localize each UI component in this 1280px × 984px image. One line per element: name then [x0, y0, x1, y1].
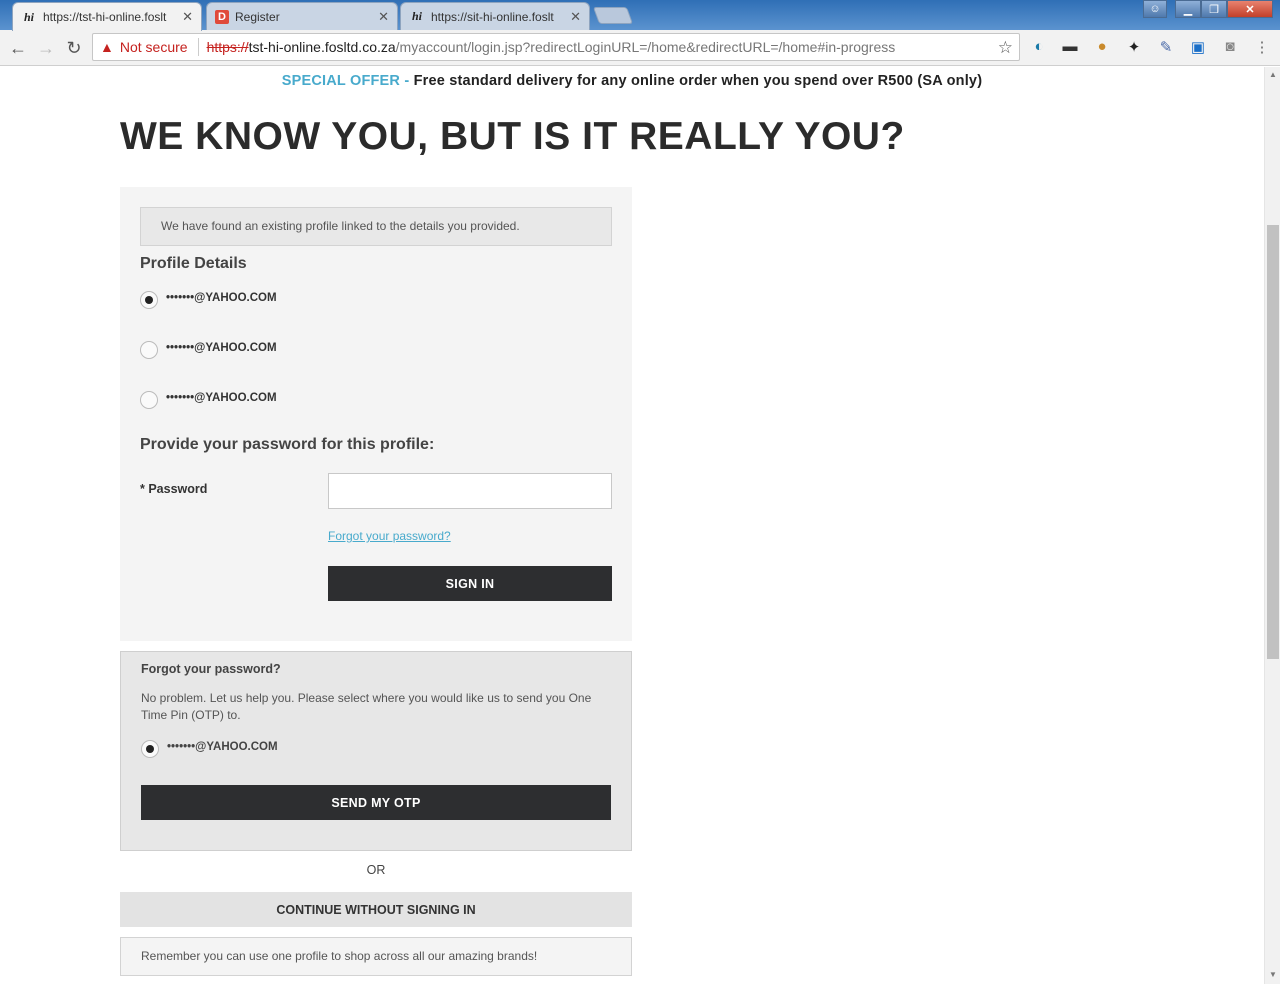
password-input[interactable]	[328, 473, 612, 509]
bookmark-star-icon[interactable]: ☆	[998, 38, 1013, 58]
menu-icon[interactable]: ⋮	[1252, 38, 1272, 56]
profile-option-2[interactable]: •••••••@YAHOO.COM	[140, 341, 277, 359]
remember-notice: Remember you can use one profile to shop…	[120, 937, 632, 976]
d-favicon-icon: D	[215, 9, 229, 24]
profile-option-label: •••••••@YAHOO.COM	[166, 292, 277, 304]
password-section-title: Provide your password for this profile:	[140, 436, 435, 453]
window-close-icon[interactable]: ✕	[1227, 0, 1273, 18]
radio-selected-dot	[145, 296, 153, 304]
radio-selected-dot	[146, 745, 154, 753]
page-title: WE KNOW YOU, BUT IS IT REALLY YOU?	[120, 115, 905, 158]
forgot-password-text: No problem. Let us help you. Please sele…	[141, 691, 592, 722]
forgot-password-link[interactable]: Forgot your password?	[328, 529, 451, 543]
profile-option-label: •••••••@YAHOO.COM	[166, 342, 277, 354]
forgot-password-title: Forgot your password?	[141, 662, 281, 676]
page-scrollbar[interactable]: ▲ ▼	[1264, 67, 1280, 984]
warning-icon: ▲	[100, 39, 114, 55]
camera-icon[interactable]: ◙	[1220, 38, 1240, 55]
promo-separator: -	[404, 73, 410, 89]
send-otp-button[interactable]: SEND MY OTP	[141, 785, 611, 820]
tab-title: https://sit-hi-online.foslt	[431, 9, 554, 24]
sign-in-button[interactable]: SIGN IN	[328, 566, 612, 601]
tab-register[interactable]: D Register ✕	[206, 2, 398, 30]
scroll-down-arrow-icon[interactable]: ▼	[1269, 970, 1277, 979]
or-divider: OR	[366, 863, 386, 877]
browser-toolbar: ← → ↻ ▲ Not secure https://tst-hi-online…	[0, 30, 1280, 66]
extension-figure-icon[interactable]: ✦	[1124, 38, 1144, 56]
profile-found-notice: We have found an existing profile linked…	[140, 207, 612, 246]
tab-title: https://tst-hi-online.foslt	[43, 10, 167, 24]
security-status[interactable]: Not secure	[120, 39, 188, 55]
profile-details-title: Profile Details	[140, 255, 247, 272]
radio-button[interactable]	[140, 391, 158, 409]
extension-c-icon[interactable]: ◐	[1029, 38, 1049, 55]
page-content: SPECIAL OFFER - Free standard delivery f…	[0, 67, 1264, 984]
radio-button[interactable]	[140, 291, 158, 309]
tab-sit[interactable]: hi https://sit-hi-online.foslt ✕	[400, 2, 590, 30]
password-label: * Password	[140, 482, 208, 496]
profile-option-1[interactable]: •••••••@YAHOO.COM	[140, 291, 277, 309]
promo-offer-label: SPECIAL OFFER	[281, 73, 401, 89]
promo-banner: SPECIAL OFFER - Free standard delivery f…	[0, 73, 1264, 89]
tab-active[interactable]: hi https://tst-hi-online.foslt ✕	[12, 2, 202, 31]
browser-tab-strip: hi https://tst-hi-online.foslt ✕ D Regis…	[0, 0, 1280, 31]
url-host: tst-hi-online.fosltd.co.za	[248, 39, 396, 55]
radio-button[interactable]	[141, 740, 159, 758]
otp-option[interactable]: •••••••@YAHOO.COM	[141, 740, 278, 758]
radio-button[interactable]	[140, 341, 158, 359]
hi-favicon-icon: hi	[23, 9, 34, 24]
close-tab-icon[interactable]: ✕	[182, 9, 193, 25]
url-path: /myaccount/login.jsp?redirectLoginURL=/h…	[395, 39, 896, 55]
restore-icon[interactable]: ❐	[1201, 0, 1227, 18]
hi-favicon-icon: hi	[411, 9, 422, 23]
new-tab-button[interactable]	[592, 7, 634, 24]
tab-title: Register	[235, 9, 280, 24]
close-tab-icon[interactable]: ✕	[378, 9, 389, 25]
profile-option-label: •••••••@YAHOO.COM	[166, 392, 277, 404]
back-icon[interactable]: ←	[8, 38, 28, 59]
eyedropper-icon[interactable]: ✎	[1156, 38, 1176, 56]
otp-option-label: •••••••@YAHOO.COM	[167, 741, 278, 753]
forward-icon[interactable]: →	[36, 38, 56, 59]
close-tab-icon[interactable]: ✕	[570, 9, 581, 25]
omnibox-divider	[197, 38, 199, 56]
url-scheme: https://	[206, 39, 249, 55]
scrollbar-thumb[interactable]	[1267, 225, 1279, 659]
forgot-password-panel: Forgot your password? No problem. Let us…	[120, 651, 632, 851]
profile-icon[interactable]: ☺	[1143, 0, 1167, 18]
continue-without-signin-button[interactable]: CONTINUE WITHOUT SIGNING IN	[120, 892, 632, 927]
promo-text: Free standard delivery for any online or…	[413, 73, 983, 89]
profile-option-3[interactable]: •••••••@YAHOO.COM	[140, 391, 277, 409]
cookie-icon[interactable]: ●	[1092, 38, 1112, 55]
address-bar[interactable]: ▲ Not secure https://tst-hi-online.foslt…	[92, 33, 1020, 61]
scroll-up-arrow-icon[interactable]: ▲	[1269, 70, 1277, 79]
reload-icon[interactable]: ↻	[64, 38, 84, 59]
extension-mask-icon[interactable]: ▬	[1060, 38, 1080, 55]
window-capture-icon[interactable]: ▣	[1188, 38, 1208, 56]
minimize-icon[interactable]: ▁	[1175, 0, 1201, 18]
